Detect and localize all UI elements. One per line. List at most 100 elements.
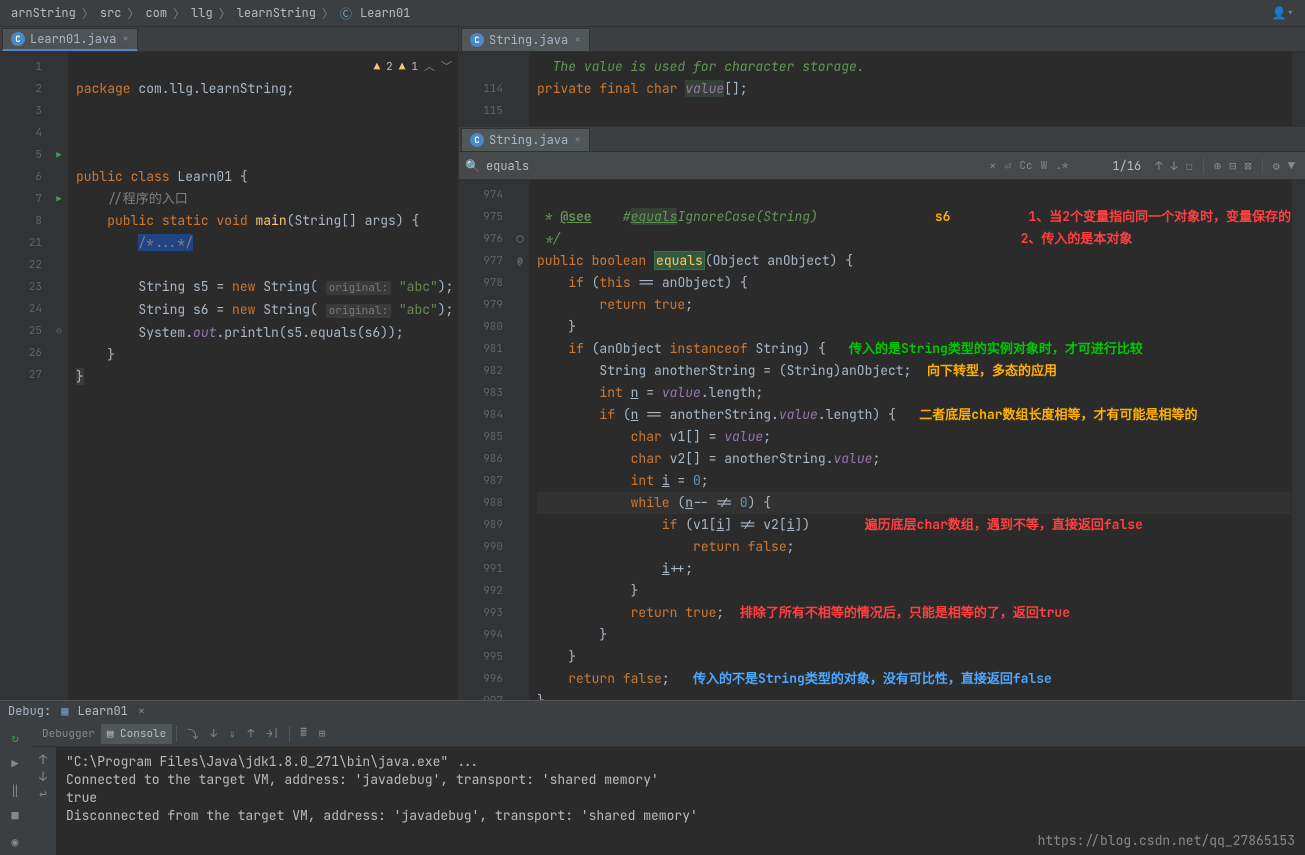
- close-icon[interactable]: ×: [138, 703, 145, 719]
- pause-icon[interactable]: ‖: [4, 779, 26, 801]
- bc-item[interactable]: learnString: [234, 5, 319, 21]
- words-button[interactable]: W: [1041, 159, 1048, 173]
- up-icon[interactable]: ↑: [39, 751, 47, 768]
- tab-string-mid[interactable]: C String.java ×: [461, 128, 590, 151]
- close-icon[interactable]: ×: [574, 33, 581, 47]
- add-selection-icon[interactable]: ⊕: [1210, 158, 1225, 174]
- chevron-down-icon[interactable]: ﹀: [441, 56, 452, 78]
- warning-icon: ▲: [374, 56, 381, 78]
- down-icon[interactable]: ↓: [39, 768, 47, 785]
- console-line: "C:\Program Files\Java\jdk1.8.0_271\bin\…: [66, 753, 1295, 771]
- prev-match-icon[interactable]: ↑: [1151, 158, 1166, 174]
- stop-icon[interactable]: ■: [4, 805, 26, 827]
- bc-item[interactable]: com: [142, 5, 170, 21]
- debug-header: Debug: ▦ Learn01 ×: [0, 701, 1305, 721]
- toggle2-icon[interactable]: ⊠: [1240, 158, 1255, 174]
- close-icon[interactable]: ×: [122, 32, 129, 46]
- class-icon: Ⓒ: [337, 5, 355, 22]
- bc-item[interactable]: Learn01: [357, 5, 413, 21]
- select-all-icon[interactable]: ☐: [1182, 158, 1197, 174]
- tab-string-top[interactable]: C String.java ×: [461, 28, 590, 51]
- search-icon: 🔍: [465, 158, 480, 174]
- trace-icon[interactable]: ⊞: [313, 724, 332, 744]
- clear-icon[interactable]: ×: [985, 158, 1000, 174]
- debug-left-toolbar: ↻ ▶ ‖ ■ ◉: [0, 721, 30, 855]
- class-icon: C: [11, 32, 25, 46]
- right-top-editor[interactable]: 114115 The value is used for character s…: [459, 52, 1305, 127]
- app-icon: ▦: [61, 703, 68, 719]
- debug-toolbar: Debugger ▤ Console ⤵ ↓ ⇓ ↑ →| 🖩 ⊞: [30, 721, 1305, 747]
- tab-label: String.java: [489, 132, 568, 148]
- annotation: 二者底层char数组长度相等，才有可能是相等的: [919, 406, 1197, 423]
- annotation: 传入的不是String类型的对象，没有可比性，直接返回false: [693, 670, 1052, 687]
- class-icon: C: [470, 33, 484, 47]
- annotation: 1、当2个变量指向同一个对象时，变量保存的地址值相等: [1028, 208, 1291, 225]
- right-mid-tabbar: C String.java ×: [459, 127, 1305, 152]
- left-code[interactable]: package com.llg.learnString; public clas…: [68, 52, 458, 700]
- debugger-tab[interactable]: Debugger: [36, 724, 101, 744]
- right-top-gutter: 114115: [459, 52, 511, 126]
- debug-panel: Debug: ▦ Learn01 × ↻ ▶ ‖ ■ ◉ Debugger ▤ …: [0, 700, 1305, 855]
- gutter-icons-left: ▶ ▶ ⊖: [50, 52, 68, 700]
- breadcrumb: arnString〉 src〉 com〉 llg〉 learnString〉 Ⓒ…: [0, 0, 1305, 27]
- left-editor[interactable]: 1234 5678 21222324 252627 ▶ ▶ ⊖ package …: [0, 52, 458, 700]
- chevron-up-icon[interactable]: ︿: [424, 56, 435, 78]
- console-line: true: [66, 789, 1295, 807]
- close-icon[interactable]: ×: [574, 133, 581, 147]
- gutter-icons-right: ⬡ @: [511, 180, 529, 700]
- bc-item[interactable]: src: [97, 5, 125, 21]
- right-gutter: 974975976977 978979980981 982983984985 9…: [459, 180, 511, 700]
- console-line: Connected to the target VM, address: 'ja…: [66, 771, 1295, 789]
- annotation: 遍历底层char数组，遇到不等，直接返回false: [865, 516, 1143, 533]
- filter-icon[interactable]: ▼: [1284, 158, 1299, 174]
- evaluate-icon[interactable]: 🖩: [294, 721, 313, 746]
- console-tab[interactable]: ▤ Console: [101, 724, 172, 744]
- right-top-tabbar: C String.java ×: [459, 27, 1305, 52]
- right-main-editor[interactable]: 974975976977 978979980981 982983984985 9…: [459, 180, 1305, 700]
- right-top-code[interactable]: The value is used for character storage.…: [529, 52, 1291, 126]
- searchbar: 🔍 × ⏎ Cc W .* 1/16 ↑ ↓ ☐ ⊕ ⊟ ⊠ ⚙ ▼: [459, 152, 1305, 180]
- left-gutter: 1234 5678 21222324 252627: [0, 52, 50, 700]
- tab-learn01[interactable]: C Learn01.java ×: [2, 28, 138, 51]
- watermark: https://blog.csdn.net/qq_27865153: [1038, 832, 1295, 849]
- resume-icon[interactable]: ▶: [4, 753, 26, 775]
- class-icon: C: [470, 133, 484, 147]
- console-line: Disconnected from the target VM, address…: [66, 807, 1295, 825]
- annotation: 2、传入的是本对象: [1021, 230, 1133, 247]
- bc-item[interactable]: llg: [188, 5, 216, 21]
- force-step-into-icon[interactable]: ⇓: [223, 724, 242, 744]
- right-code[interactable]: * @see #equalsIgnoreCase(String) s6 1、当2…: [529, 180, 1291, 700]
- settings-icon[interactable]: ⚙: [1269, 158, 1284, 174]
- soft-wrap-icon[interactable]: ↩: [39, 785, 47, 802]
- run-to-cursor-icon[interactable]: →|: [260, 724, 285, 744]
- regex-button[interactable]: .*: [1055, 159, 1068, 173]
- left-tabbar: C Learn01.java ×: [0, 27, 458, 52]
- warning-icon: ▲: [399, 56, 406, 78]
- bc-item[interactable]: arnString: [8, 5, 79, 21]
- step-over-icon[interactable]: ⤵: [181, 723, 204, 745]
- step-into-icon[interactable]: ↓: [204, 724, 223, 744]
- rerun-icon[interactable]: ↻: [4, 727, 26, 749]
- annotation: 排除了所有不相等的情况后，只能是相等的了，返回true: [740, 604, 1070, 621]
- match-case-button[interactable]: Cc: [1019, 159, 1032, 173]
- debug-config-tab[interactable]: Learn01: [71, 701, 133, 721]
- inspection-bar[interactable]: ▲2 ▲1 ︿ ﹀: [374, 56, 452, 78]
- debug-title: Debug:: [8, 703, 51, 719]
- toggle-icon[interactable]: ⊟: [1225, 158, 1240, 174]
- user-icon[interactable]: 👤▾: [1269, 5, 1297, 21]
- next-match-icon[interactable]: ↓: [1166, 158, 1181, 174]
- annotation: s6: [935, 208, 951, 225]
- scrollbar[interactable]: [1291, 180, 1305, 700]
- run-icon[interactable]: ▶: [50, 144, 68, 166]
- step-out-icon[interactable]: ↑: [241, 724, 260, 744]
- annotation: 传入的是String类型的实例对象时，才可进行比较: [849, 340, 1143, 357]
- view-breakpoints-icon[interactable]: ◉: [4, 831, 26, 853]
- search-count: 1/16: [1112, 158, 1141, 174]
- search-input[interactable]: [486, 158, 985, 174]
- run-icon[interactable]: ▶: [50, 188, 68, 210]
- tab-label: Learn01.java: [30, 31, 116, 47]
- scrollbar[interactable]: [1291, 52, 1305, 126]
- pin-icon[interactable]: ⏎: [1000, 158, 1015, 174]
- tab-label: String.java: [489, 32, 568, 48]
- annotation: 向下转型，多态的应用: [927, 362, 1057, 379]
